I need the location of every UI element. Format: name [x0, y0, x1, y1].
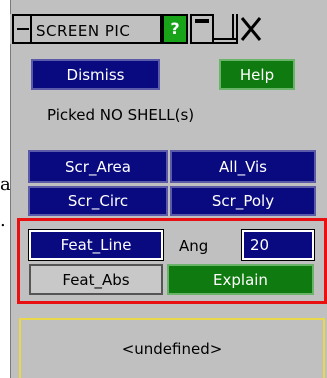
all-vis-button[interactable]: All_Vis [170, 150, 316, 183]
window-menu-button[interactable] [12, 14, 32, 44]
title-bar: SCREEN PIC ? [10, 14, 327, 44]
feat-line-button[interactable]: Feat_Line [28, 229, 164, 261]
close-icon [240, 17, 262, 41]
title-box: SCREEN PIC [30, 14, 162, 44]
maximize-button[interactable] [214, 14, 238, 44]
scr-poly-button[interactable]: Scr_Poly [170, 186, 316, 216]
scr-circ-button[interactable]: Scr_Circ [28, 186, 168, 216]
minimize-icon [195, 19, 209, 23]
angle-input[interactable]: 20 [241, 229, 315, 261]
close-button[interactable] [238, 14, 268, 44]
window-title: SCREEN PIC [36, 22, 131, 40]
help-question-icon[interactable]: ? [162, 14, 188, 44]
picked-status: Picked NO SHELL(s) [47, 106, 195, 124]
maximize-icon-base [214, 38, 236, 40]
minimize-button[interactable] [190, 14, 214, 44]
edge-text-dot: . [0, 210, 6, 231]
scr-area-button[interactable]: Scr_Area [28, 150, 168, 183]
selection-box[interactable]: <undefined> [19, 318, 325, 378]
feat-abs-button[interactable]: Feat_Abs [29, 264, 163, 295]
help-button[interactable]: Help [219, 59, 295, 90]
explain-button[interactable]: Explain [167, 264, 314, 295]
maximize-icon [232, 14, 234, 40]
angle-label: Ang [179, 237, 209, 255]
dismiss-button[interactable]: Dismiss [31, 59, 160, 90]
dash-icon [17, 28, 29, 30]
selection-box-text: <undefined> [121, 340, 223, 358]
